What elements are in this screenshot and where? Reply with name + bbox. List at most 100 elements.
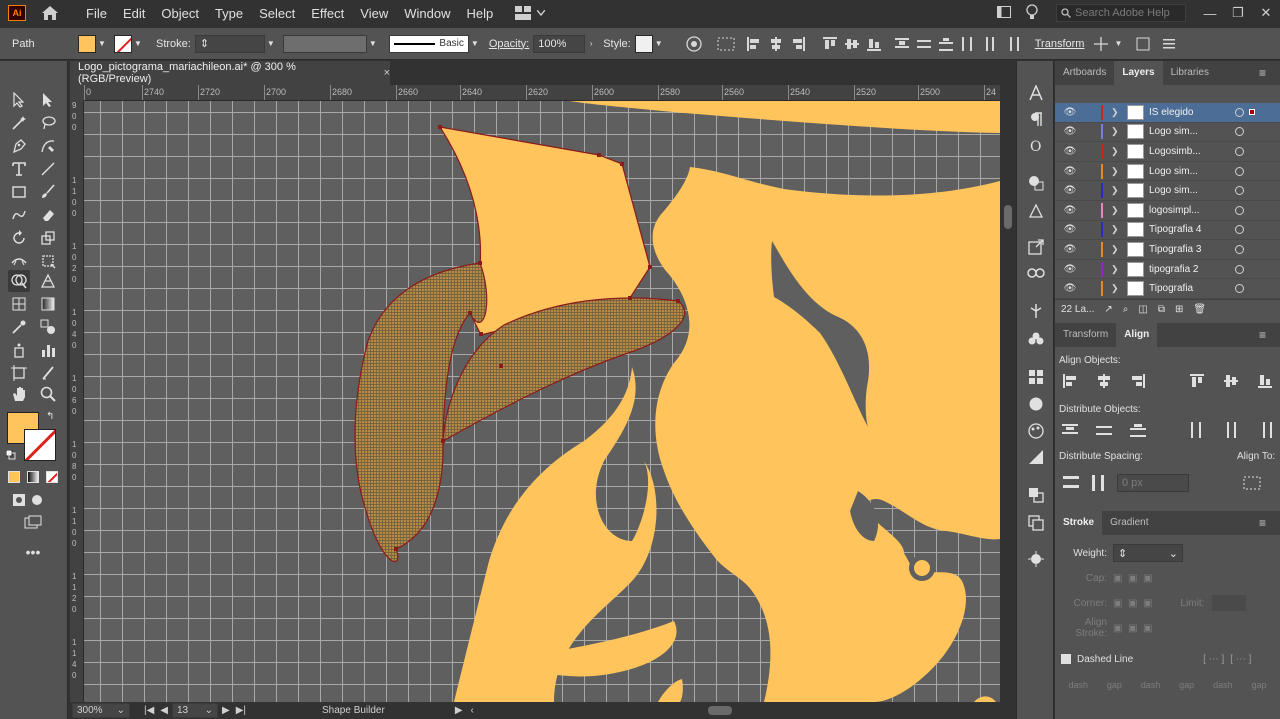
graphic-style-swatch[interactable] [634, 34, 653, 53]
arrange-docs-icon[interactable] [990, 5, 1018, 21]
layer-target-icon[interactable] [1235, 244, 1244, 254]
clipping-mask-icon[interactable]: ◫ [1138, 304, 1147, 315]
expand-layer-icon[interactable]: ❯ [1111, 107, 1119, 118]
vertical-align-top-icon[interactable] [1186, 370, 1208, 392]
minimize-icon[interactable]: — [1196, 6, 1224, 21]
vertical-scrollbar[interactable] [1000, 85, 1016, 702]
layer-row[interactable]: 👁 ❯ Tipografia 4 [1055, 221, 1280, 241]
close-tab-icon[interactable]: × [384, 67, 390, 79]
scroll-left-icon[interactable]: ‹ [471, 705, 474, 716]
menu-window[interactable]: Window [396, 6, 458, 21]
curvature-tool-icon[interactable] [37, 135, 59, 157]
dashed-line-checkbox[interactable] [1061, 654, 1071, 665]
artwork[interactable] [84, 101, 1000, 702]
tab-transform[interactable]: Transform [1055, 323, 1116, 347]
artboard-number-field[interactable]: 13 ⌄ [172, 703, 218, 718]
layer-name[interactable]: Logo sim... [1149, 126, 1198, 137]
layer-row[interactable]: 👁 ❯ Logosimb... [1055, 142, 1280, 162]
menu-effect[interactable]: Effect [303, 6, 352, 21]
layer-name[interactable]: Logosimb... [1149, 146, 1201, 157]
export-panel-icon[interactable] [1026, 237, 1046, 257]
brushes-panel-icon[interactable] [1026, 549, 1046, 569]
align-to-selection-button[interactable] [1243, 475, 1265, 494]
round-join-icon[interactable]: ▣ [1128, 598, 1137, 609]
graphic-styles-icon[interactable] [1026, 447, 1046, 467]
slice-tool-icon[interactable] [37, 362, 59, 384]
character-panel-icon[interactable] [1026, 83, 1046, 103]
menu-select[interactable]: Select [251, 6, 303, 21]
layer-row[interactable]: 👁 ❯ Tipografia 3 [1055, 240, 1280, 260]
color-mode-icon[interactable] [8, 471, 20, 483]
delete-layer-icon[interactable]: 🗑 [1193, 304, 1206, 315]
horizontal-align-right-icon[interactable] [1127, 370, 1149, 392]
layer-row[interactable]: 👁 ❯ Logo sim... [1055, 123, 1280, 143]
control-panel-menu-icon[interactable] [1158, 35, 1180, 53]
style-dropdown[interactable]: ▼ [653, 35, 665, 53]
visibility-eye-icon[interactable]: 👁 [1063, 244, 1077, 255]
new-sublayer-icon[interactable]: ⧉ [1158, 304, 1165, 315]
distribute-hcenter-icon[interactable] [979, 35, 1001, 53]
tab-gradient[interactable]: Gradient [1102, 511, 1156, 535]
column-graph-icon[interactable] [37, 339, 59, 361]
projecting-cap-icon[interactable]: ▣ [1143, 573, 1152, 584]
butt-cap-icon[interactable]: ▣ [1113, 573, 1122, 584]
menu-help[interactable]: Help [458, 6, 501, 21]
symbols-panel-icon[interactable] [1026, 329, 1046, 349]
artboards-panel-icon[interactable] [1026, 513, 1046, 533]
menu-file[interactable]: File [78, 6, 115, 21]
distribute-right-icon[interactable] [1001, 35, 1023, 53]
horizontal-distribute-right-icon[interactable] [1254, 419, 1276, 441]
align-top-icon[interactable] [819, 35, 841, 53]
layer-target-icon[interactable] [1235, 264, 1244, 274]
scale-tool-icon[interactable] [37, 227, 59, 249]
dash-1-label[interactable]: dash [1068, 680, 1088, 690]
menu-type[interactable]: Type [207, 6, 251, 21]
transform-dropdown[interactable]: ▼ [1112, 35, 1124, 53]
horizontal-distribute-space-icon[interactable] [1091, 474, 1105, 494]
visibility-eye-icon[interactable]: 👁 [1063, 146, 1077, 157]
align-hcenter-icon[interactable] [765, 35, 787, 53]
distribute-left-icon[interactable] [957, 35, 979, 53]
visibility-eye-icon[interactable]: 👁 [1063, 283, 1077, 294]
layer-target-icon[interactable] [1235, 127, 1244, 137]
stroke-dropdown[interactable]: ▼ [132, 35, 144, 53]
visibility-eye-icon[interactable]: 👁 [1063, 126, 1077, 137]
vertical-distribute-bottom-icon[interactable] [1127, 419, 1149, 441]
shape-builder-tool-icon[interactable] [8, 270, 30, 292]
rectangle-tool-icon[interactable] [8, 181, 30, 203]
dash-3-label[interactable]: dash [1213, 680, 1233, 690]
spacing-value-field[interactable]: 0 px [1117, 473, 1189, 492]
expand-layer-icon[interactable]: ❯ [1111, 126, 1119, 137]
align-stroke-inside-icon[interactable]: ▣ [1128, 623, 1137, 634]
expand-layer-icon[interactable]: ❯ [1111, 283, 1119, 294]
horizontal-align-center-icon[interactable] [1093, 370, 1115, 392]
transform-link[interactable]: Transform [1035, 38, 1085, 50]
pathfinder-icon[interactable] [1026, 485, 1046, 505]
symbol-sprayer-icon[interactable] [8, 339, 30, 361]
status-menu-icon[interactable]: ▶ [455, 705, 463, 716]
visibility-eye-icon[interactable]: 👁 [1063, 107, 1077, 118]
opacity-arrow[interactable]: › [585, 35, 597, 53]
zoom-tool-icon[interactable] [37, 383, 59, 405]
vertical-distribute-space-icon[interactable] [1063, 475, 1079, 492]
width-tool-icon[interactable] [8, 250, 30, 272]
dash-align-exact-icon[interactable]: [ ⋯ ] [1203, 654, 1224, 665]
layers-panel-menu-icon[interactable]: ≡ [1251, 61, 1274, 85]
menu-object[interactable]: Object [153, 6, 207, 21]
distribute-bottom-icon[interactable] [935, 35, 957, 53]
artboard-canvas[interactable] [84, 101, 1000, 702]
menu-view[interactable]: View [352, 6, 396, 21]
eraser-icon[interactable] [37, 204, 59, 226]
tab-artboards[interactable]: Artboards [1055, 61, 1114, 85]
layer-name[interactable]: IS elegido [1149, 107, 1193, 118]
appearance-panel-icon[interactable] [1026, 394, 1046, 414]
layer-row[interactable]: 👁 ❯ Logo sim... [1055, 162, 1280, 182]
gradient-tool-icon[interactable] [37, 293, 59, 315]
brush-definition[interactable]: Basic [388, 34, 469, 53]
type-tool-icon[interactable] [8, 158, 30, 180]
swatches-panel-icon[interactable] [1026, 367, 1046, 387]
weight-field[interactable]: ⇕ ⌄ [1113, 544, 1183, 563]
blend-tool-icon[interactable] [37, 316, 59, 338]
align-vcenter-icon[interactable] [841, 35, 863, 53]
pen-tool-icon[interactable] [8, 135, 30, 157]
